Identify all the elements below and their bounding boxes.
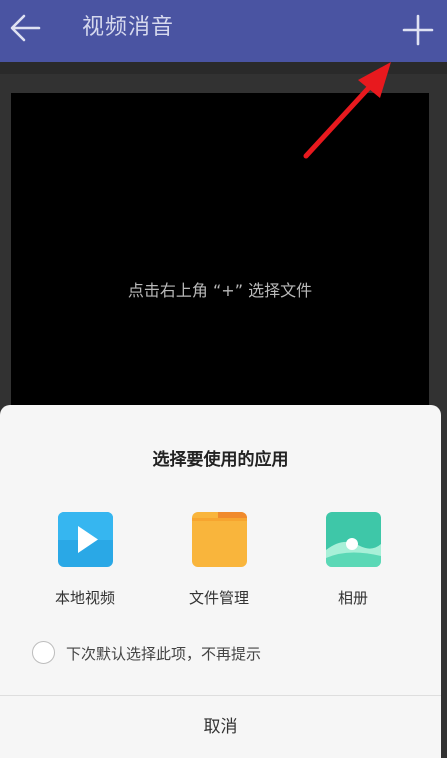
- app-label: 本地视频: [54, 589, 115, 607]
- default-choice-radio[interactable]: [32, 641, 55, 664]
- app-screen: 视频消音 点击右上角 “+” 选择文件 选择要使用的应用 本地视频 文件管理 相…: [0, 0, 447, 758]
- annotation-arrow-icon: [303, 62, 391, 159]
- default-choice-label: 下次默认选择此项，不再提示: [66, 645, 262, 663]
- play-video-icon: [58, 512, 113, 567]
- add-file-button[interactable]: [398, 10, 438, 50]
- app-option-gallery[interactable]: 相册: [298, 512, 408, 612]
- app-label: 相册: [337, 589, 368, 607]
- app-label: 文件管理: [188, 589, 249, 607]
- default-choice-row: 下次默认选择此项，不再提示: [30, 639, 410, 667]
- gallery-icon: [326, 512, 381, 567]
- select-file-hint: 点击右上角 “+” 选择文件: [127, 281, 313, 300]
- app-option-local-video[interactable]: 本地视频: [30, 512, 140, 612]
- page-title: 视频消音: [82, 15, 175, 40]
- arrow-left-icon: [10, 14, 41, 42]
- sheet-title: 选择要使用的应用: [152, 450, 289, 470]
- back-button[interactable]: [6, 8, 46, 48]
- folder-icon: [192, 512, 247, 567]
- top-bar: 视频消音: [0, 0, 447, 62]
- app-option-file-manager[interactable]: 文件管理: [164, 512, 274, 612]
- cancel-button[interactable]: 取消: [0, 696, 441, 758]
- plus-icon: [402, 14, 434, 46]
- app-chooser-sheet: 选择要使用的应用 本地视频 文件管理 相册 下次默认选择此项，不再提示 取消: [0, 405, 441, 758]
